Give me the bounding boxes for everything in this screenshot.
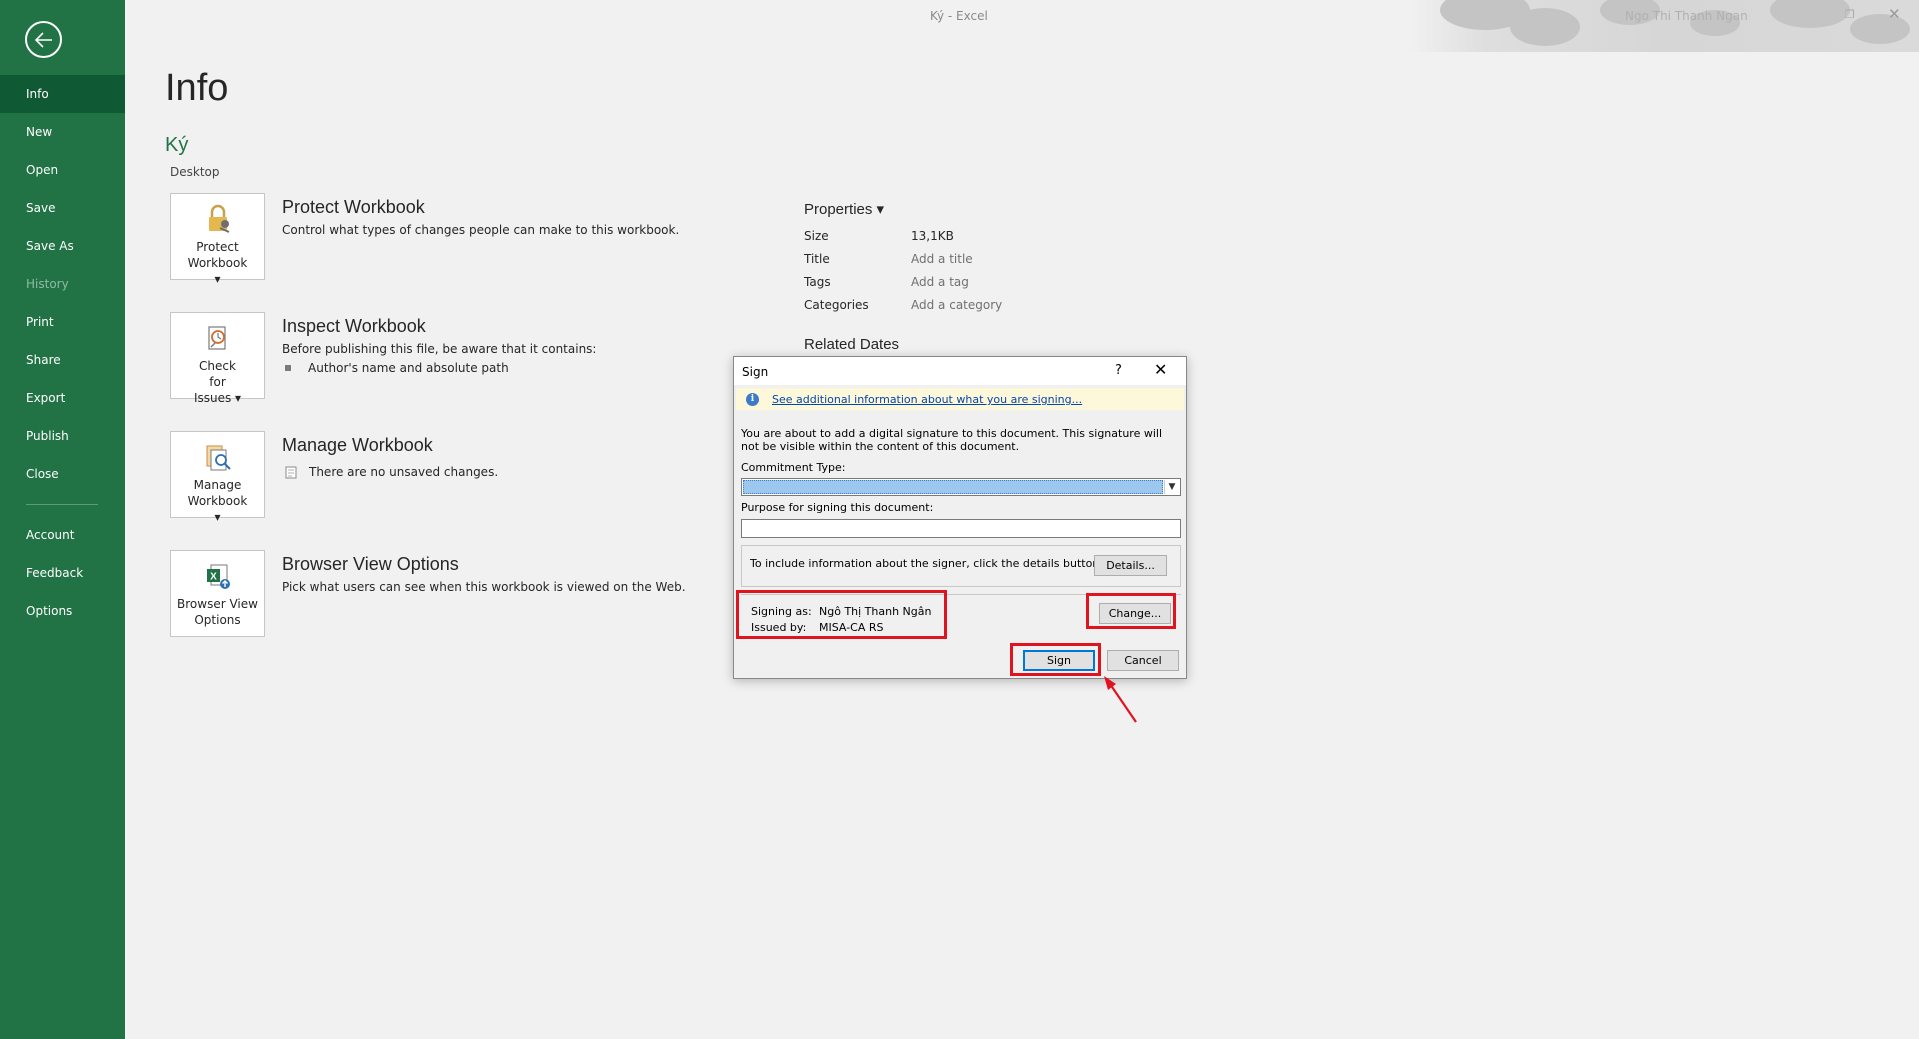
excel-web-icon: X — [207, 564, 230, 589]
sidebar-nav: Info New Open Save Save As History Print… — [0, 75, 125, 630]
check-for-issues-button[interactable]: Check for Issues ▾ — [170, 312, 265, 405]
additional-info-link[interactable]: See additional information about what yo… — [772, 393, 1082, 406]
dialog-titlebar: Sign ? ✕ — [734, 357, 1186, 385]
sidebar-item-save-as[interactable]: Save As — [0, 227, 125, 265]
restore-icon[interactable]: ❐ — [1845, 8, 1855, 21]
sidebar-item-new[interactable]: New — [0, 113, 125, 151]
sidebar-item-info[interactable]: Info — [0, 75, 125, 113]
help-icon[interactable]: ? — [1115, 363, 1122, 378]
info-icon: i — [746, 393, 759, 406]
manage-workbook-desc: There are no unsaved changes. — [309, 465, 499, 479]
user-name[interactable]: Ngo Thi Thanh Ngan — [1625, 9, 1748, 23]
backstage-sidebar: Info New Open Save Save As History Print… — [0, 0, 125, 1039]
commitment-type-label: Commitment Type: — [741, 461, 846, 474]
inspect-bullet-text: Author's name and absolute path — [308, 361, 509, 375]
protect-workbook-label: Protect Workbook ▾ — [187, 240, 248, 286]
browser-view-options-button[interactable]: X Browser View Options — [170, 550, 265, 637]
bullet-icon — [285, 365, 291, 371]
sidebar-item-account[interactable]: Account — [0, 516, 125, 554]
sidebar-item-print[interactable]: Print — [0, 303, 125, 341]
dialog-title: Sign — [742, 365, 769, 379]
manage-workbook-button[interactable]: Manage Workbook ▾ — [170, 431, 265, 524]
check-for-issues-label: Check for Issues ▾ — [193, 359, 242, 405]
purpose-label: Purpose for signing this document: — [741, 501, 934, 514]
sidebar-item-publish[interactable]: Publish — [0, 417, 125, 455]
inspect-bullet: Author's name and absolute path — [285, 361, 509, 375]
sidebar-item-options[interactable]: Options — [0, 592, 125, 630]
browser-view-options-title: Browser View Options — [282, 554, 459, 574]
browser-view-options-desc: Pick what users can see when this workbo… — [282, 580, 686, 594]
close-window-icon[interactable]: ✕ — [1888, 5, 1901, 23]
protect-workbook-title: Protect Workbook — [282, 197, 425, 217]
details-instruction: To include information about the signer,… — [750, 557, 1103, 570]
sidebar-item-export[interactable]: Export — [0, 379, 125, 417]
property-tags-value[interactable]: Add a tag — [911, 275, 969, 289]
back-arrow-icon — [34, 31, 52, 48]
sidebar-item-history: History — [26, 277, 69, 291]
document-small-icon — [285, 466, 297, 478]
commitment-type-select[interactable]: ▼ — [741, 478, 1181, 496]
window-title: Ký - Excel — [930, 9, 988, 23]
sidebar-item-feedback[interactable]: Feedback — [0, 554, 125, 592]
protect-workbook-desc: Control what types of changes people can… — [282, 223, 680, 237]
property-size-value: 13,1KB — [911, 229, 954, 243]
page-title: Info — [165, 67, 229, 109]
document-name: Ký — [165, 134, 189, 156]
sign-highlight-box — [1010, 643, 1101, 676]
svg-text:X: X — [210, 572, 217, 583]
inspect-workbook-desc: Before publishing this file, be aware th… — [282, 342, 597, 356]
signature-message: You are about to add a digital signature… — [741, 427, 1163, 453]
close-icon[interactable]: ✕ — [1154, 360, 1167, 379]
sidebar-item-share[interactable]: Share — [0, 341, 125, 379]
cancel-button[interactable]: Cancel — [1107, 650, 1179, 671]
property-title-value[interactable]: Add a title — [911, 252, 973, 266]
property-key: Title — [804, 252, 830, 266]
property-key: Size — [804, 229, 829, 243]
property-categories-value[interactable]: Add a category — [911, 298, 1002, 312]
change-highlight-box — [1086, 593, 1176, 629]
annotation-arrow-icon — [1104, 676, 1137, 723]
properties-dropdown[interactable]: Properties ▾ — [804, 200, 884, 218]
browser-view-options-label: Browser View Options — [177, 597, 258, 627]
inspect-document-icon — [208, 326, 226, 350]
manage-workbook-line: There are no unsaved changes. — [285, 465, 498, 479]
protect-workbook-button[interactable]: Protect Workbook ▾ — [170, 193, 265, 286]
sidebar-item-close[interactable]: Close — [0, 455, 125, 493]
property-key: Categories — [804, 298, 869, 312]
sidebar-item-open[interactable]: Open — [0, 151, 125, 189]
commitment-type-selection — [743, 480, 1163, 494]
manage-workbook-label: Manage Workbook ▾ — [187, 478, 248, 524]
back-button[interactable] — [25, 21, 62, 58]
signer-highlight-box — [736, 590, 947, 639]
signer-details-box: To include information about the signer,… — [741, 545, 1181, 587]
lock-key-icon — [209, 204, 230, 233]
inspect-workbook-title: Inspect Workbook — [282, 316, 426, 336]
info-bar: i See additional information about what … — [736, 387, 1184, 410]
manage-workbook-title: Manage Workbook — [282, 435, 433, 455]
chevron-down-icon[interactable]: ▼ — [1164, 480, 1179, 494]
details-button[interactable]: Details... — [1094, 555, 1167, 576]
manage-workbook-icon — [206, 445, 231, 471]
document-location[interactable]: Desktop — [170, 165, 220, 179]
purpose-input[interactable] — [741, 519, 1181, 538]
sidebar-item-save[interactable]: Save — [0, 189, 125, 227]
related-dates-title: Related Dates — [804, 336, 900, 353]
title-background-art — [1410, 0, 1919, 52]
sidebar-divider — [26, 504, 98, 505]
property-key: Tags — [804, 275, 831, 289]
